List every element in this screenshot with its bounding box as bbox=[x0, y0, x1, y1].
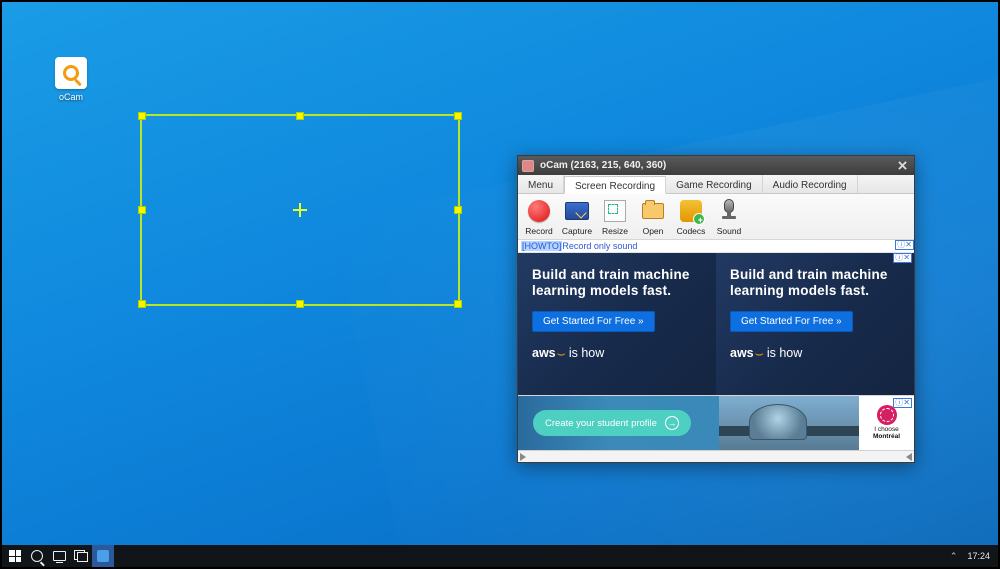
ad-close-marker[interactable]: ⓘ✕ bbox=[893, 398, 912, 408]
codecs-button[interactable]: Codecs bbox=[672, 196, 710, 237]
howto-link[interactable]: [HOWTO] Record only sound ⓘ✕ bbox=[518, 240, 914, 253]
howto-tag: [HOWTO] bbox=[521, 241, 562, 251]
task-view-icon bbox=[53, 551, 66, 561]
task-view-button[interactable] bbox=[48, 545, 70, 567]
explorer-button[interactable] bbox=[70, 545, 92, 567]
capture-button[interactable]: Capture bbox=[558, 196, 596, 237]
titlebar[interactable]: oCam (2163, 215, 640, 360) bbox=[518, 156, 914, 175]
resize-handle-bl[interactable] bbox=[138, 300, 146, 308]
codecs-label: Codecs bbox=[672, 226, 710, 236]
windows-icon bbox=[9, 550, 21, 562]
ad-cta-button[interactable]: Get Started For Free » bbox=[532, 311, 655, 332]
ocam-window: oCam (2163, 215, 640, 360) Menu Screen R… bbox=[517, 155, 915, 463]
tab-bar: Menu Screen Recording Game Recording Aud… bbox=[518, 175, 914, 194]
explorer-icon bbox=[74, 550, 88, 562]
toolbar: Record Capture Resize Open Codecs Sound bbox=[518, 194, 914, 240]
open-label: Open bbox=[634, 226, 672, 236]
sound-label: Sound bbox=[710, 226, 748, 236]
status-bar bbox=[518, 450, 914, 462]
resize-handle-br[interactable] bbox=[454, 300, 462, 308]
resize-handle-tc[interactable] bbox=[296, 112, 304, 120]
search-icon bbox=[31, 550, 43, 562]
ad-close-marker[interactable]: ⓘ✕ bbox=[895, 240, 914, 250]
resize-label: Resize bbox=[596, 226, 634, 236]
ocam-icon bbox=[55, 57, 87, 89]
app-icon bbox=[522, 160, 534, 172]
record-icon bbox=[525, 197, 553, 225]
search-button[interactable] bbox=[26, 545, 48, 567]
desktop-shortcut-label: oCam bbox=[45, 92, 97, 102]
ad-region-aws: Build and train machine learning models … bbox=[518, 253, 914, 395]
resize-button[interactable]: Resize bbox=[596, 196, 634, 237]
record-label: Record bbox=[520, 226, 558, 236]
banner-cta-button[interactable]: Create your student profile → bbox=[533, 410, 691, 436]
desktop-shortcut-ocam[interactable]: oCam bbox=[45, 57, 97, 102]
scroll-right-icon[interactable] bbox=[906, 453, 912, 461]
ad-cta-button[interactable]: Get Started For Free » bbox=[730, 311, 853, 332]
tab-game-recording[interactable]: Game Recording bbox=[666, 175, 763, 193]
codecs-icon bbox=[677, 197, 705, 225]
sound-button[interactable]: Sound bbox=[710, 196, 748, 237]
ad-aws-left[interactable]: Build and train machine learning models … bbox=[518, 253, 716, 395]
crosshair-icon[interactable] bbox=[293, 203, 307, 217]
scroll-left-icon[interactable] bbox=[520, 453, 526, 461]
resize-icon bbox=[601, 197, 629, 225]
close-icon bbox=[898, 161, 907, 170]
resize-handle-ml[interactable] bbox=[138, 206, 146, 214]
ad-headline: Build and train machine learning models … bbox=[532, 267, 702, 300]
resize-handle-tr[interactable] bbox=[454, 112, 462, 120]
ocam-taskbar-icon bbox=[97, 550, 109, 562]
record-button[interactable]: Record bbox=[520, 196, 558, 237]
folder-icon bbox=[639, 197, 667, 225]
desktop[interactable]: oCam oCam (2163, 215, 640, 360) Menu Scr… bbox=[2, 2, 998, 567]
resize-handle-mr[interactable] bbox=[454, 206, 462, 214]
chevron-up-icon[interactable]: ⌃ bbox=[950, 551, 958, 562]
ad-close-marker[interactable]: ⓘ✕ bbox=[893, 253, 912, 263]
target-icon bbox=[877, 405, 897, 425]
banner-left: Create your student profile → bbox=[518, 396, 719, 450]
tab-audio-recording[interactable]: Audio Recording bbox=[763, 175, 858, 193]
close-button[interactable] bbox=[894, 159, 910, 173]
resize-handle-tl[interactable] bbox=[138, 112, 146, 120]
ad-brand: aws⌣ is how bbox=[730, 346, 900, 360]
ad-headline: Build and train machine learning models … bbox=[730, 267, 900, 300]
ad-aws-right[interactable]: Build and train machine learning models … bbox=[716, 253, 914, 395]
capture-region-selection[interactable] bbox=[140, 114, 460, 306]
open-button[interactable]: Open bbox=[634, 196, 672, 237]
arrow-right-icon: → bbox=[665, 416, 679, 430]
tab-screen-recording[interactable]: Screen Recording bbox=[564, 176, 666, 194]
microphone-icon bbox=[715, 197, 743, 225]
window-title: oCam (2163, 215, 640, 360) bbox=[540, 160, 894, 171]
ad-banner-montreal[interactable]: Create your student profile → I chooseMo… bbox=[518, 395, 914, 450]
banner-image bbox=[719, 396, 859, 450]
capture-label: Capture bbox=[558, 226, 596, 236]
taskbar: ⌃ 17:24 bbox=[2, 545, 998, 567]
taskbar-clock[interactable]: 17:24 bbox=[961, 551, 996, 561]
start-button[interactable] bbox=[4, 545, 26, 567]
system-tray[interactable]: ⌃ bbox=[946, 551, 962, 562]
resize-handle-bc[interactable] bbox=[296, 300, 304, 308]
ad-brand: aws⌣ is how bbox=[532, 346, 702, 360]
tab-menu[interactable]: Menu bbox=[518, 175, 564, 193]
capture-icon bbox=[563, 197, 591, 225]
banner-cta-label: Create your student profile bbox=[545, 418, 657, 429]
howto-text: Record only sound bbox=[562, 241, 637, 251]
taskbar-app-ocam[interactable] bbox=[92, 545, 114, 567]
